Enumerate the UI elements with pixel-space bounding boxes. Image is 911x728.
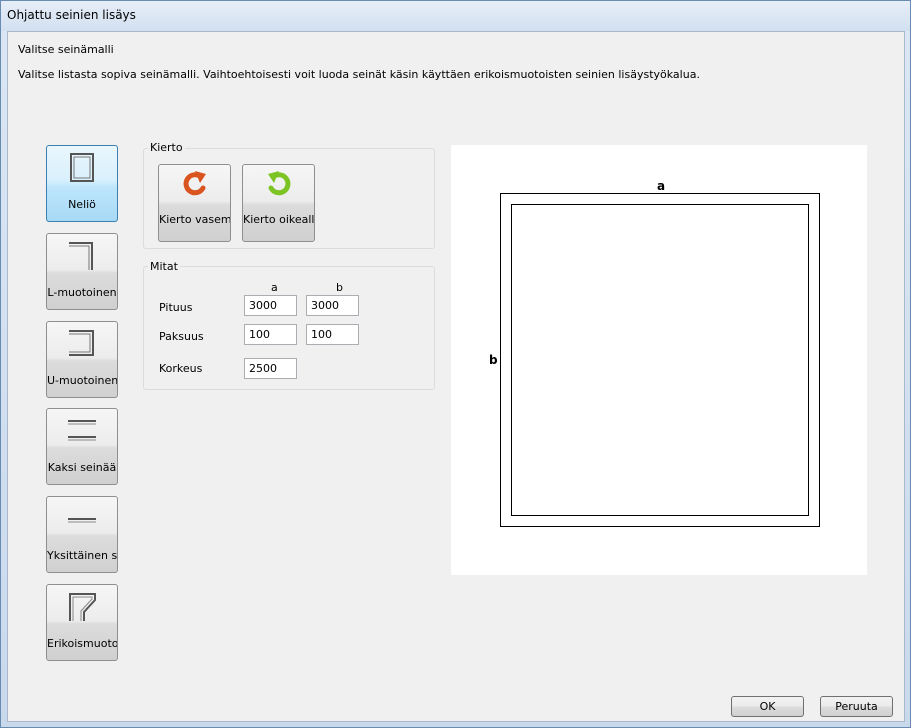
special-shape-wall-icon bbox=[69, 593, 96, 621]
shape-button-u-shape[interactable]: U-muotoinen bbox=[46, 321, 118, 398]
cancel-button[interactable]: Peruuta bbox=[820, 696, 893, 717]
height-input[interactable]: 2500 bbox=[244, 358, 297, 379]
shape-button-two-walls[interactable]: Kaksi seinää bbox=[46, 408, 118, 485]
rotate-left-button[interactable]: Kierto vasem... bbox=[158, 164, 231, 242]
thickness-a-input[interactable]: 100 bbox=[244, 324, 297, 345]
page-title: Valitse seinämalli bbox=[18, 43, 114, 56]
rotate-left-label: Kierto vasem... bbox=[159, 213, 230, 226]
l-shape-wall-icon bbox=[69, 242, 93, 270]
thickness-b-input[interactable]: 100 bbox=[306, 324, 359, 345]
rotate-left-icon bbox=[183, 171, 206, 196]
ok-button[interactable]: OK bbox=[731, 696, 804, 717]
height-label: Korkeus bbox=[159, 362, 203, 375]
dimensions-group-title: Mitat bbox=[148, 260, 180, 273]
wizard-window: Ohjattu seinien lisäys Valitse seinämall… bbox=[0, 0, 911, 728]
wall-preview-canvas: a b bbox=[451, 145, 867, 575]
rotate-right-icon bbox=[268, 171, 291, 196]
u-shape-wall-icon bbox=[69, 330, 94, 356]
shape-label: Neliö bbox=[68, 198, 96, 211]
single-wall-icon bbox=[68, 518, 96, 523]
wall-preview-drawing: a b bbox=[489, 179, 820, 527]
length-label: Pituus bbox=[159, 301, 193, 314]
shape-label: L-muotoinen bbox=[47, 286, 117, 299]
shape-button-square[interactable]: Neliö bbox=[46, 145, 118, 222]
dimension-label-b: b bbox=[489, 353, 498, 367]
thickness-label: Paksuus bbox=[159, 330, 204, 343]
inner-wall-outline bbox=[511, 204, 809, 516]
rotate-right-button[interactable]: Kierto oikealle bbox=[242, 164, 315, 242]
dimension-label-a: a bbox=[657, 179, 665, 193]
length-a-input[interactable]: 3000 bbox=[244, 295, 297, 316]
shape-label: Kaksi seinää bbox=[47, 461, 117, 474]
rotate-right-label: Kierto oikealle bbox=[243, 213, 314, 226]
column-b-header: b bbox=[336, 281, 343, 294]
outer-wall-outline bbox=[500, 193, 820, 527]
shape-label: Yksittäinen s... bbox=[47, 549, 117, 562]
column-a-header: a bbox=[271, 281, 278, 294]
two-walls-icon bbox=[68, 420, 96, 441]
shape-button-special-shape[interactable]: Erikoismuotoi... bbox=[46, 584, 118, 661]
length-b-input[interactable]: 3000 bbox=[306, 295, 359, 316]
shape-label: Erikoismuotoi... bbox=[47, 637, 117, 650]
dialog-client-area: Valitse seinämalli Valitse listasta sopi… bbox=[7, 31, 905, 722]
title-bar[interactable]: Ohjattu seinien lisäys bbox=[1, 1, 910, 31]
shape-button-single-wall[interactable]: Yksittäinen s... bbox=[46, 496, 118, 573]
rotation-group-title: Kierto bbox=[148, 141, 185, 154]
page-description: Valitse listasta sopiva seinämalli. Vaih… bbox=[18, 68, 700, 81]
shape-button-l-shape[interactable]: L-muotoinen bbox=[46, 233, 118, 310]
shape-label: U-muotoinen bbox=[47, 374, 117, 387]
window-title: Ohjattu seinien lisäys bbox=[7, 8, 136, 22]
square-wall-icon bbox=[70, 153, 94, 182]
